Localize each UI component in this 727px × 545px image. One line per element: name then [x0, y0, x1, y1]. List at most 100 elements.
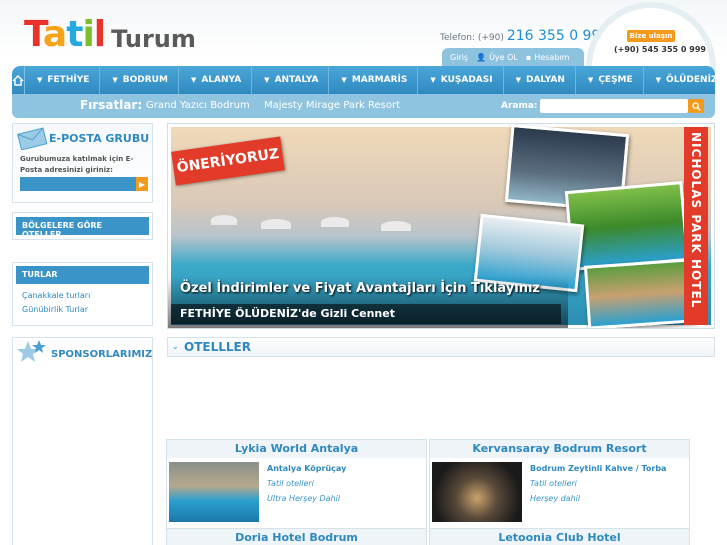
nav-item-dalyan[interactable]: ▼ DALYAN — [504, 66, 576, 94]
email-group-title: E-POSTA GRUBU — [49, 132, 150, 145]
deal-link[interactable]: Grand Yazıcı Bodrum — [146, 100, 250, 111]
tours-box: TURLAR Çanakkale turları Günübirlik Turl… — [12, 262, 153, 326]
regions-title[interactable]: BÖLGELERE GÖRE OTELLER — [16, 217, 149, 239]
hotel-category[interactable]: Tatil otelleri — [530, 479, 577, 488]
nav-label: ALANYA — [201, 75, 242, 85]
hotel-name[interactable]: Letoonia Club Hotel — [429, 528, 690, 545]
site-logo[interactable]: Tatil Turum — [24, 14, 196, 54]
hotel-thumb — [583, 258, 697, 328]
chevron-down-icon: ▼ — [430, 76, 436, 84]
login-label: Giriş — [450, 52, 469, 62]
header-phone: Telefon: (+90) 216 355 0 999 — [440, 28, 609, 44]
phone-label: Telefon: (+90) — [440, 33, 504, 43]
chevron-down-icon: ▼ — [341, 76, 347, 84]
chevron-down-icon: ⌄ — [172, 342, 179, 351]
umbrella-shape — [381, 221, 411, 231]
email-group-box: E-POSTA GRUBU Gurubumuza katılmak için E… — [12, 123, 153, 203]
hotel-board: Ultra Herşey Dahil — [267, 494, 341, 503]
email-field[interactable] — [20, 177, 136, 191]
chevron-down-icon: ▼ — [264, 76, 270, 84]
account-label: Hesabım — [534, 52, 570, 62]
nav-label: BODRUM — [122, 75, 168, 85]
envelope-icon — [17, 127, 48, 150]
nav-label: ANTALYA — [274, 75, 319, 85]
hotel-board: Herşey dahil — [530, 494, 581, 503]
logo-letter: a — [42, 14, 67, 55]
user-links: Giriş 👤 Üye OL ▪ Hesabım — [442, 48, 584, 66]
regions-box: BÖLGELERE GÖRE OTELLER — [12, 212, 153, 240]
nav-item-antalya[interactable]: ▼ ANTALYA — [252, 66, 330, 94]
hotel-location[interactable]: Bodrum Zeytinli Kahve / Torba — [530, 464, 666, 473]
nav-item-marmaris[interactable]: ▼ MARMARİS — [329, 66, 419, 94]
banner-headline: Özel İndirimler ve Fiyat Avantajları İçi… — [180, 281, 540, 296]
register-link[interactable]: 👤 Üye OL — [476, 53, 518, 62]
nav-label: ÇEŞME — [598, 75, 633, 85]
nav-label: KUŞADASI — [440, 75, 493, 85]
umbrella-shape — [211, 215, 237, 225]
search-icon — [691, 101, 701, 111]
banner-side-label: NICHOLAS PARK HOTEL — [684, 127, 708, 325]
register-label: Üye OL — [489, 52, 518, 62]
chevron-right-icon: ▶ — [138, 179, 146, 189]
hotel-photo[interactable] — [169, 462, 259, 522]
account-icon: ▪ — [525, 52, 532, 62]
hotel-card[interactable]: Kervansaray Bodrum Resort Bodrum Zeytinl… — [429, 439, 690, 534]
sponsors-title: SPONSORLARIMIZ — [51, 349, 153, 360]
hotels-title: OTELLLER — [184, 340, 251, 354]
logo-turum: Turum — [111, 25, 196, 53]
hotels-section-header: ⌄ OTELLLER — [167, 337, 715, 357]
tour-link[interactable]: Günübirlik Turlar — [22, 305, 88, 314]
umbrella-shape — [321, 217, 349, 227]
hotel-name[interactable]: Kervansaray Bodrum Resort — [430, 440, 689, 458]
nav-item-kusadasi[interactable]: ▼ KUŞADASI — [418, 66, 504, 94]
deals-label: Fırsatlar: — [80, 98, 143, 112]
sub-nav: Fırsatlar: Grand Yazıcı Bodrum Majesty M… — [12, 94, 715, 118]
hotel-photo[interactable] — [432, 462, 522, 522]
search-label: Arama: — [501, 101, 538, 111]
deal-link[interactable]: Majesty Mirage Park Resort — [264, 100, 400, 111]
nav-label: ÖLÜDENİZ — [666, 75, 718, 85]
home-icon — [12, 74, 24, 86]
nav-item-bodrum[interactable]: ▼ BODRUM — [100, 66, 179, 94]
logo-tatil: Tatil — [24, 14, 106, 55]
logo-letter: T — [24, 14, 44, 55]
nav-item-oludeniz[interactable]: ▼ ÖLÜDENİZ — [644, 66, 727, 94]
logo-letter: l — [93, 14, 106, 55]
promo-banner[interactable]: ÖNERİYORUZ NICHOLAS PARK HOTEL Özel İndi… — [167, 123, 715, 329]
chevron-down-icon: ▼ — [655, 76, 662, 84]
main-nav: ▼ FETHİYE ▼ BODRUM ▼ ALANYA ▼ ANTALYA ▼ MARMA… — [12, 66, 717, 94]
sponsors-box: SPONSORLARIMIZ — [12, 337, 153, 545]
chevron-down-icon: ▼ — [515, 76, 521, 84]
contact-button[interactable]: Bize ulaşın — [627, 30, 675, 42]
tours-title: TURLAR — [16, 266, 149, 284]
hotel-location[interactable]: Antalya Köprüçay — [267, 464, 346, 473]
logo-letter: i — [82, 14, 94, 55]
tour-link[interactable]: Çanakkale turları — [22, 291, 90, 300]
chevron-down-icon: ▼ — [112, 76, 118, 84]
contact-phone: (+90) 545 355 0 999 — [614, 45, 706, 54]
nav-label: DALYAN — [525, 75, 565, 85]
nav-label: MARMARİS — [351, 75, 408, 85]
banner-subline: FETHİYE ÖLÜDENİZ'de Gizli Cennet — [180, 307, 395, 320]
chevron-down-icon: ▼ — [37, 76, 43, 84]
hotel-card[interactable]: Lykia World Antalya Antalya Köprüçay Tat… — [166, 439, 427, 534]
email-submit-button[interactable]: ▶ — [136, 177, 148, 191]
hotel-name[interactable]: Doria Hotel Bodrum — [166, 528, 427, 545]
account-link[interactable]: ▪ Hesabım — [526, 53, 570, 62]
search-button[interactable] — [688, 99, 704, 113]
nav-item-cesme[interactable]: ▼ ÇEŞME — [576, 66, 644, 94]
logo-letter: t — [66, 14, 83, 55]
email-group-desc: Gurubumuza katılmak için E-Posta adresin… — [20, 155, 134, 174]
nav-label: FETHİYE — [47, 75, 90, 85]
hotel-name[interactable]: Lykia World Antalya — [167, 440, 426, 458]
side-label-text: NICHOLAS PARK HOTEL — [689, 132, 703, 309]
nav-item-fethiye[interactable]: ▼ FETHİYE — [25, 66, 101, 94]
search-input[interactable] — [540, 99, 688, 113]
login-link[interactable]: Giriş — [450, 53, 468, 62]
hotel-category[interactable]: Tatil otelleri — [267, 479, 314, 488]
page: Tatil Turum Telefon: (+90) 216 355 0 999 … — [0, 0, 727, 545]
home-button[interactable] — [12, 66, 25, 94]
chevron-down-icon: ▼ — [587, 76, 594, 84]
umbrella-shape — [261, 219, 291, 229]
nav-item-alanya[interactable]: ▼ ALANYA — [179, 66, 253, 94]
